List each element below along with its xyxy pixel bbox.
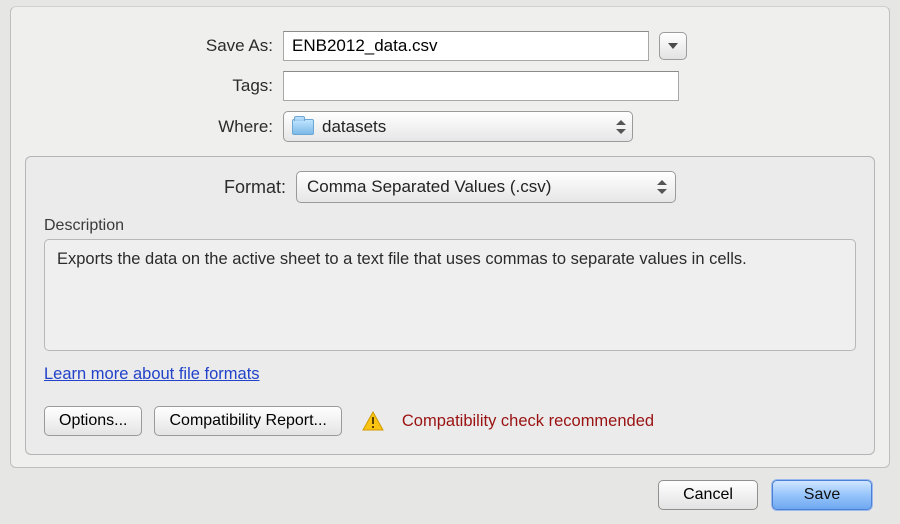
- where-row: Where: datasets: [25, 111, 875, 142]
- save-as-row: Save As:: [25, 31, 875, 61]
- chevron-down-icon: [667, 42, 679, 50]
- save-form: Save As: Tags: Where: datasets: [25, 31, 875, 142]
- compatibility-warning-text: Compatibility check recommended: [402, 412, 654, 431]
- description-text: Exports the data on the active sheet to …: [57, 250, 843, 269]
- where-label: Where:: [25, 117, 283, 137]
- compatibility-report-button[interactable]: Compatibility Report...: [154, 406, 341, 436]
- tags-input[interactable]: [283, 71, 679, 101]
- format-popup[interactable]: Comma Separated Values (.csv): [296, 171, 676, 203]
- tags-label: Tags:: [25, 76, 283, 96]
- save-as-input[interactable]: [283, 31, 649, 61]
- where-popup[interactable]: datasets: [283, 111, 633, 142]
- save-button[interactable]: Save: [772, 480, 872, 510]
- folder-icon: [292, 119, 314, 135]
- description-box: Exports the data on the active sheet to …: [44, 239, 856, 351]
- popup-arrows-icon: [616, 120, 626, 134]
- where-folder-name: datasets: [322, 117, 386, 137]
- format-row: Format: Comma Separated Values (.csv): [44, 171, 856, 203]
- panel-buttons-row: Options... Compatibility Report... Compa…: [44, 406, 856, 436]
- description-header: Description: [44, 217, 856, 235]
- warning-icon: [362, 411, 384, 431]
- format-value: Comma Separated Values (.csv): [307, 177, 551, 197]
- save-as-label: Save As:: [25, 36, 283, 56]
- tags-row: Tags:: [25, 71, 875, 101]
- cancel-button[interactable]: Cancel: [658, 480, 758, 510]
- dialog-buttons: Cancel Save: [658, 480, 872, 510]
- popup-arrows-icon: [657, 180, 667, 194]
- save-sheet: Save As: Tags: Where: datasets: [10, 6, 890, 468]
- options-button[interactable]: Options...: [44, 406, 142, 436]
- format-label: Format:: [224, 177, 286, 198]
- learn-more-link[interactable]: Learn more about file formats: [44, 365, 260, 384]
- format-panel: Format: Comma Separated Values (.csv) De…: [25, 156, 875, 455]
- expand-disclosure-button[interactable]: [659, 32, 687, 60]
